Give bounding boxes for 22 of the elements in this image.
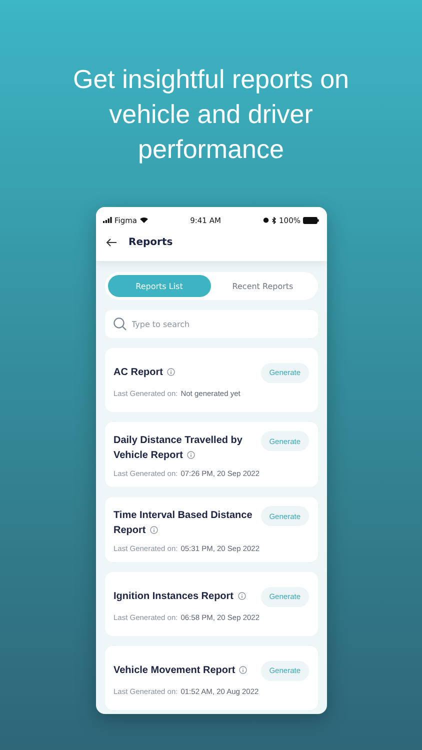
bluetooth-icon xyxy=(272,216,276,224)
report-title: AC Report xyxy=(114,362,175,380)
info-icon[interactable] xyxy=(238,592,246,600)
back-arrow-icon[interactable] xyxy=(106,238,116,247)
alarm-icon xyxy=(263,217,270,223)
headline: Get insightful reports on vehicle and driver performance xyxy=(72,63,350,166)
tab[interactable]: Reports List xyxy=(108,275,211,297)
info-icon[interactable] xyxy=(150,526,158,534)
tab[interactable]: Recent Reports xyxy=(211,275,314,297)
info-icon[interactable] xyxy=(186,451,195,459)
report-title: Ignition Instances Report xyxy=(114,586,246,604)
report-title: Time Interval Based Distance Report xyxy=(114,509,254,538)
wifi-icon xyxy=(140,217,148,223)
info-icon[interactable] xyxy=(166,368,175,376)
report-title: Daily Distance Travelled by Vehicle Report xyxy=(114,434,244,463)
screen-title: Reports xyxy=(128,237,173,248)
battery-icon xyxy=(303,216,320,224)
signal-icon xyxy=(102,217,112,223)
report-title: Vehicle Movement Report xyxy=(114,660,248,678)
info-icon[interactable] xyxy=(239,666,248,674)
search-icon xyxy=(112,317,126,331)
search-field[interactable]: Type to search xyxy=(104,310,318,338)
